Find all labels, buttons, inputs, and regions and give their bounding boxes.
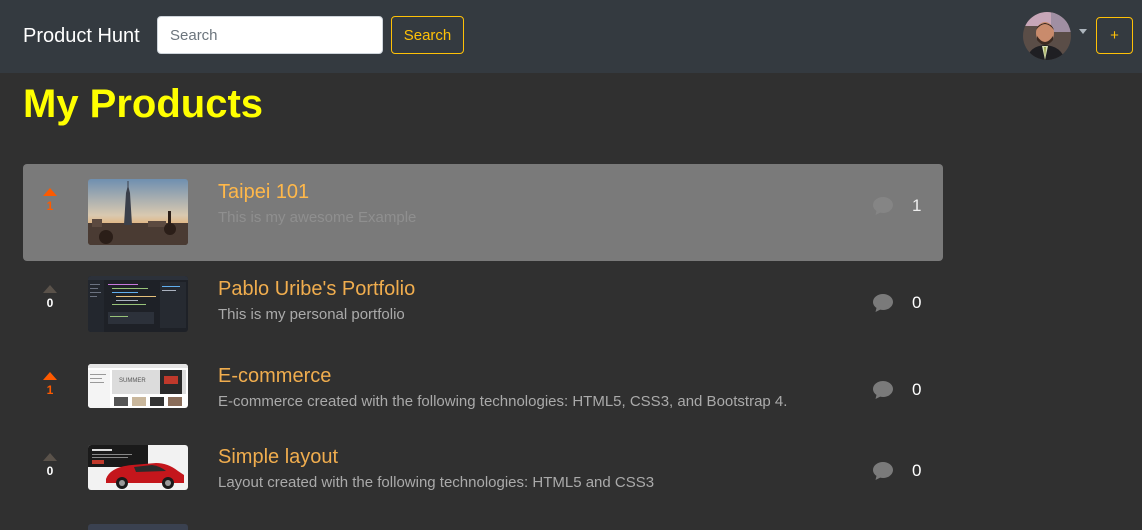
product-thumbnail[interactable] [88, 179, 188, 245]
product-item[interactable]: 1 Taipei 101 This is my awesome Example … [23, 164, 943, 261]
product-title[interactable]: Taipei 101 [218, 180, 309, 204]
upvote-triangle-icon [43, 372, 57, 380]
vote-count: 1 [46, 199, 54, 213]
upvote-triangle-icon [43, 285, 57, 293]
comment-bubble-icon [873, 381, 893, 399]
comment-bubble-icon [873, 294, 893, 312]
product-thumbnail[interactable] [88, 445, 188, 490]
product-thumbnail[interactable]: SUMMER [88, 364, 188, 408]
svg-text:SUMMER: SUMMER [119, 378, 146, 384]
upvote-button[interactable]: 1 [43, 188, 57, 213]
product-item[interactable]: 0 Simple layout Layout created with the … [23, 429, 943, 526]
upvote-button[interactable]: 0 [43, 453, 57, 478]
page-title: My Products [23, 82, 264, 126]
product-title[interactable]: Pablo Uribe's Portfolio [218, 277, 415, 301]
comment-bubble-icon [873, 462, 893, 480]
vote-count: 0 [46, 464, 54, 478]
product-description: This is my awesome Example [218, 209, 417, 226]
caret-down-icon[interactable] [1079, 29, 1087, 34]
user-avatar[interactable] [1023, 12, 1071, 60]
add-product-button[interactable]: + [1096, 17, 1133, 54]
comment-count: 1 [912, 196, 922, 215]
vote-count: 0 [46, 296, 54, 310]
product-thumbnail[interactable] [88, 276, 188, 332]
comment-count: 0 [912, 293, 922, 312]
product-description: E-commerce created with the following te… [218, 393, 788, 410]
search-button[interactable]: Search [391, 16, 464, 54]
upvote-triangle-icon [43, 188, 57, 196]
comment-bubble-icon [873, 197, 893, 215]
comment-count: 0 [912, 461, 922, 480]
product-description: Layout created with the following techno… [218, 474, 655, 491]
upvote-button[interactable]: 1 [43, 372, 57, 397]
product-description: This is my personal portfolio [218, 306, 405, 323]
upvote-triangle-icon [43, 453, 57, 461]
upvote-button[interactable]: 0 [43, 285, 57, 310]
comment-count: 0 [912, 380, 922, 399]
vote-count: 1 [46, 383, 54, 397]
product-title[interactable]: Simple layout [218, 445, 338, 469]
product-title[interactable]: E-commerce [218, 364, 331, 388]
brand-logo[interactable]: Product Hunt [23, 24, 140, 48]
search-input[interactable] [157, 16, 383, 54]
product-thumbnail [88, 524, 188, 530]
top-navbar: Product Hunt Search + [0, 0, 1142, 73]
product-item[interactable]: 0 Pablo Uribe's Portfolio This is my per… [23, 261, 943, 358]
